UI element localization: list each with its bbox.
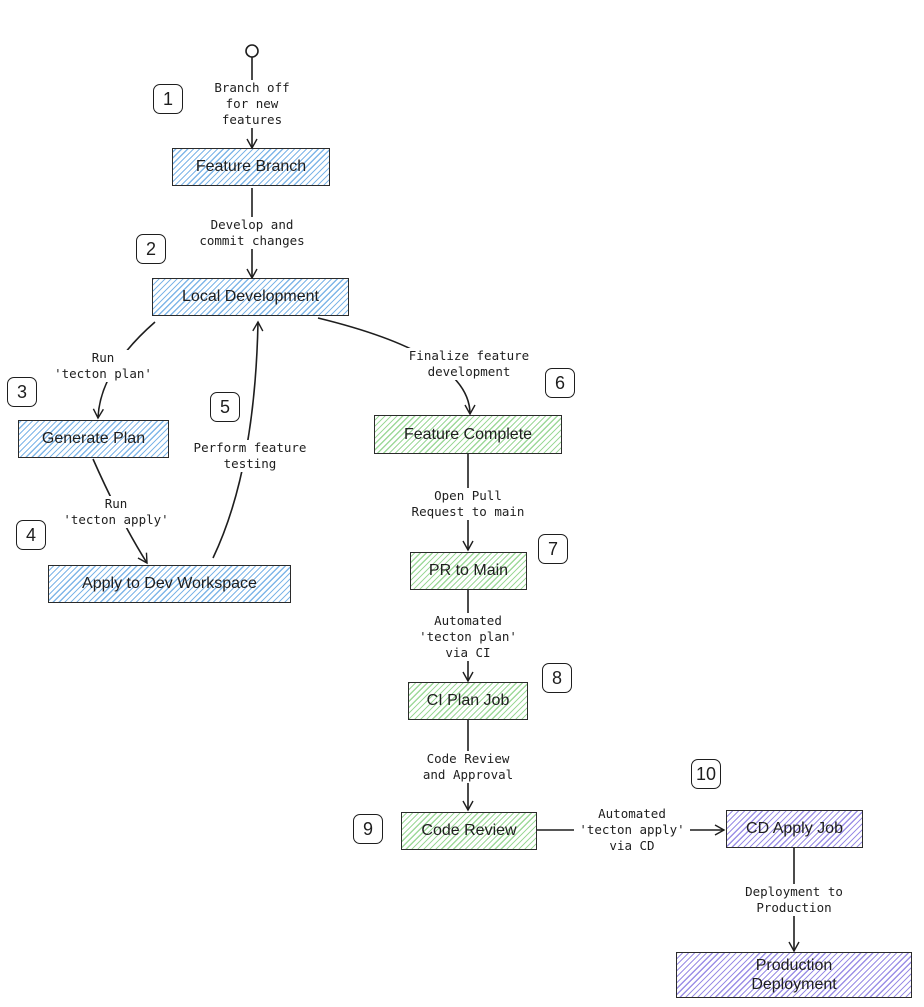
step-badge-7: 7 [538,534,568,564]
node-label: Generate Plan [41,430,146,447]
step-badge-4: 4 [16,520,46,550]
step-badge-6: 6 [545,368,575,398]
edge-label-open-pr: Open Pull Request to main [402,488,534,520]
edge-label-deployment: Deployment to Production [736,884,852,916]
edge-label-feature-testing: Perform feature testing [186,440,314,472]
step-badge-8: 8 [542,663,572,693]
step-badge-9: 9 [353,814,383,844]
node-code-review[interactable]: Code Review [401,812,537,850]
start-node [245,44,259,58]
edge-label-code-review: Code Review and Approval [414,751,522,783]
node-apply-to-dev-workspace[interactable]: Apply to Dev Workspace [48,565,291,603]
node-label: Feature Branch [195,158,307,175]
edge-label-automated-plan: Automated 'tecton plan' via CI [412,613,524,661]
node-label: Code Review [421,822,517,839]
edge-label-run-plan: Run 'tecton plan' [48,350,158,382]
step-badge-3: 3 [7,377,37,407]
edge-label-finalize: Finalize feature development [400,348,538,380]
node-pr-to-main[interactable]: PR to Main [410,552,527,590]
node-cd-apply-job[interactable]: CD Apply Job [726,810,863,848]
node-local-development[interactable]: Local Development [152,278,349,316]
node-feature-branch[interactable]: Feature Branch [172,148,330,186]
node-label: PR to Main [428,562,509,579]
node-label: Local Development [182,288,319,305]
node-generate-plan[interactable]: Generate Plan [18,420,169,458]
node-ci-plan-job[interactable]: CI Plan Job [408,682,528,720]
edge-label-run-apply: Run 'tecton apply' [60,496,172,528]
step-badge-5: 5 [210,392,240,422]
node-label: Feature Complete [403,425,533,443]
edge-label-automated-apply: Automated 'tecton apply' via CD [574,806,690,854]
edge-label-branch-off: Branch off for new features [204,80,300,128]
step-badge-10: 10 [691,759,721,789]
node-label: Production Deployment [751,957,837,993]
node-production-deployment[interactable]: Production Deployment [676,952,912,998]
step-badge-1: 1 [153,84,183,114]
node-label: Apply to Dev Workspace [82,575,257,592]
node-label: CD Apply Job [746,820,843,837]
node-feature-complete[interactable]: Feature Complete [374,415,562,454]
edge-label-develop-commit: Develop and commit changes [186,217,318,249]
step-badge-2: 2 [136,234,166,264]
node-label: CI Plan Job [426,692,510,709]
